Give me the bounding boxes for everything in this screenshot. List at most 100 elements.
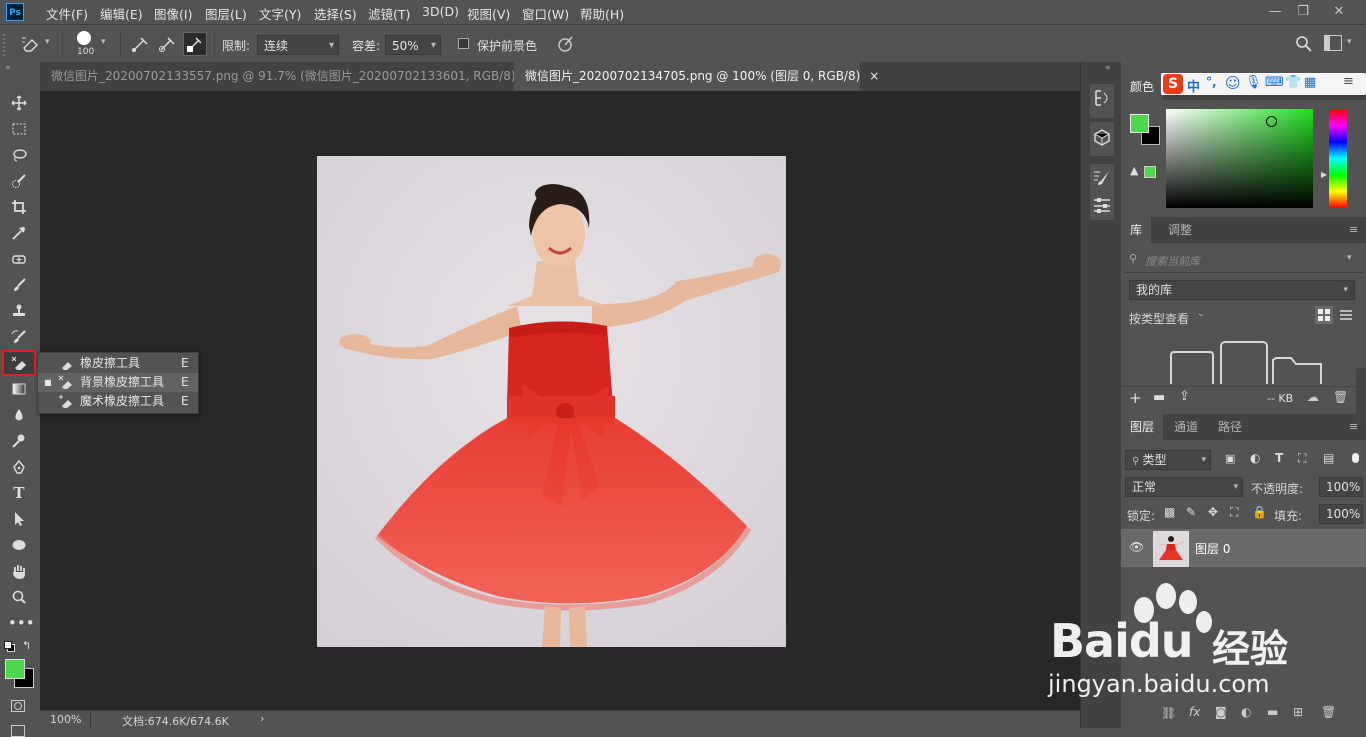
dodge-tool-icon[interactable] [8,430,30,452]
menu-select[interactable]: 选择(S) [314,4,357,23]
lasso-tool-icon[interactable] [8,144,30,166]
background-eraser-tool-menu-item[interactable]: ■ 背景橡皮擦工具 E [38,373,198,392]
brush-tool-icon[interactable] [8,274,30,296]
menu-view[interactable]: 视图(V) [467,4,510,23]
list-view-icon[interactable] [1337,306,1355,324]
new-layer-icon[interactable]: ⊞ [1293,705,1303,719]
document-tab-1[interactable]: 微信图片_20200702133557.png @ 91.7% (微信图片_20… [40,62,543,91]
panel-scrollbar[interactable] [1356,368,1366,424]
brush-tip-icon[interactable] [77,31,91,45]
ime-chinese-mode[interactable]: 中 [1187,76,1200,95]
path-selection-tool-icon[interactable] [8,508,30,530]
ime-emoji-icon[interactable]: ☺ [1225,74,1241,92]
filter-shape-icon[interactable]: ⛶ [1298,451,1306,466]
chevron-down-icon[interactable]: ▾ [101,37,106,47]
trash-icon[interactable]: 🗑 [1333,390,1348,404]
tab-layers[interactable]: 图层 [1121,414,1164,440]
workspace-icon[interactable] [1324,35,1342,51]
history-panel-icon[interactable] [1092,89,1112,110]
opacity-input[interactable]: 100% [1319,477,1363,497]
fill-input[interactable]: 100% [1319,504,1363,524]
lock-artboard-icon[interactable]: ⛶ [1230,505,1238,520]
panel-menu-icon[interactable]: ≡ [1343,74,1354,89]
panel-menu-icon[interactable]: ≡ [1349,223,1358,236]
ellipse-tool-icon[interactable] [8,534,30,556]
healing-brush-tool-icon[interactable] [8,248,30,270]
lock-all-icon[interactable]: 🔒 [1252,505,1267,519]
filter-pixel-icon[interactable]: ▣ [1225,452,1235,465]
new-group-icon[interactable]: ▬ [1267,705,1278,719]
collapse-panel-icon[interactable]: » [5,63,11,73]
pen-tool-icon[interactable] [8,456,30,478]
marquee-tool-icon[interactable] [8,118,30,140]
tab-paths[interactable]: 路径 [1209,414,1251,440]
view-by-type[interactable]: 按类型查看 [1129,310,1189,327]
history-brush-tool-icon[interactable] [8,326,30,348]
protect-foreground-checkbox[interactable] [458,38,469,49]
menu-edit[interactable]: 编辑(E) [100,4,143,23]
folder-icon[interactable]: ▬ [1153,390,1165,405]
layer-row[interactable]: 👁 图层 0 [1121,529,1366,567]
hue-slider-handle[interactable]: ▶ [1321,170,1327,179]
color-picker-cursor[interactable] [1266,116,1277,127]
eraser-tool-menu-item[interactable]: 橡皮擦工具 E [38,354,198,373]
menu-window[interactable]: 窗口(W) [522,4,569,23]
lock-transparent-icon[interactable]: ▩ [1164,505,1175,519]
gradient-tool-icon[interactable] [8,378,30,400]
adjustment-layer-icon[interactable]: ◐ [1241,705,1251,719]
menu-file[interactable]: 文件(F) [46,4,88,23]
gamut-warning-icon[interactable]: ▲ [1130,164,1138,177]
ime-tools-icon[interactable]: ▦ [1304,75,1316,90]
eyedropper-tool-icon[interactable] [8,222,30,244]
tolerance-input[interactable]: 50% ▾ [385,35,441,55]
fx-icon[interactable]: fx [1189,705,1200,719]
lock-position-icon[interactable]: ✥ [1208,505,1218,519]
quick-selection-tool-icon[interactable] [8,170,30,192]
move-tool-icon[interactable] [8,92,30,114]
upload-icon[interactable]: ⇪ [1179,389,1190,404]
quick-mask-icon[interactable] [11,700,25,712]
chevron-down-icon[interactable]: ▾ [45,37,50,47]
document-tab-2[interactable]: 微信图片_20200702134705.png @ 100% (图层 0, RG… [514,62,879,91]
delete-layer-icon[interactable]: 🗑 [1321,705,1336,719]
layer-filter-dropdown[interactable]: ⚲ 类型 ▾ [1125,450,1211,470]
swap-colors-icon[interactable]: ↰ [22,639,31,652]
menu-image[interactable]: 图像(I) [154,4,192,23]
tab-color[interactable]: 颜色 [1121,74,1164,100]
layer-name[interactable]: 图层 0 [1195,540,1230,557]
link-layers-icon[interactable]: ⛓ [1161,706,1176,720]
menu-filter[interactable]: 滤镜(T) [368,4,410,23]
blur-tool-icon[interactable] [8,404,30,426]
3d-panel-icon[interactable] [1092,128,1112,149]
close-button[interactable]: ✕ [1326,2,1352,22]
chevron-down-icon[interactable]: ▾ [1347,37,1352,47]
sampling-background-swatch-icon[interactable] [183,32,207,56]
cloud-sync-icon[interactable]: ☁ [1307,390,1319,404]
lock-image-icon[interactable]: ✎ [1186,505,1196,519]
background-eraser-tool-icon[interactable] [8,352,30,374]
properties-panel-icon[interactable] [1092,196,1112,217]
expand-panel-icon[interactable]: « [1105,63,1111,73]
magic-eraser-tool-menu-item[interactable]: 魔术橡皮擦工具 E [38,392,198,411]
search-icon[interactable] [1294,34,1314,54]
web-safe-color-swatch[interactable] [1144,166,1156,178]
filter-adjustment-icon[interactable]: ◐ [1250,451,1260,465]
more-tools-icon[interactable]: ••• [8,612,35,634]
filter-smart-object-icon[interactable]: ▤ [1323,451,1334,465]
zoom-tool-icon[interactable] [8,586,30,608]
library-search[interactable]: ⚲ 搜索当前库 ▾ [1125,250,1363,273]
ime-keyboard-icon[interactable]: ⌨ [1265,75,1284,90]
clone-stamp-tool-icon[interactable] [8,300,30,322]
filter-type-icon[interactable]: T [1275,451,1283,465]
sampling-once-icon[interactable] [157,34,179,54]
sampling-continuous-icon[interactable] [130,34,152,54]
color-picker-field[interactable] [1166,109,1313,208]
add-mask-icon[interactable]: ◙ [1215,705,1227,719]
menu-3d[interactable]: 3D(D) [422,4,459,19]
ime-skin-icon[interactable]: 👕 [1285,75,1301,90]
sogou-ime-icon[interactable]: S [1163,74,1183,94]
hand-tool-icon[interactable] [8,560,30,582]
menu-layer[interactable]: 图层(L) [205,4,247,23]
crop-tool-icon[interactable] [8,196,30,218]
menu-help[interactable]: 帮助(H) [580,4,624,23]
